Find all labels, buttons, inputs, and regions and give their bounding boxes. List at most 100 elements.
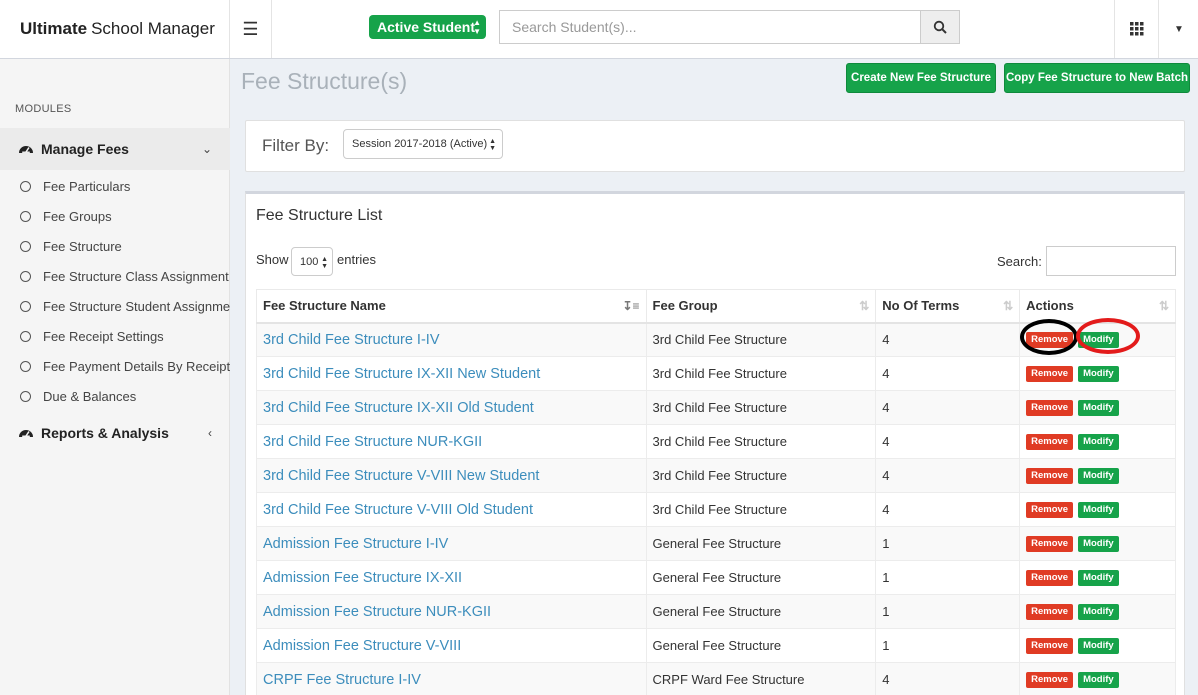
remove-button[interactable]: Remove (1026, 501, 1074, 518)
fee-structure-name-link[interactable]: 3rd Child Fee Structure V-VIII New Stude… (256, 458, 647, 493)
entries-per-page-select[interactable]: 100 ▲ ▼ (291, 247, 333, 276)
modify-button[interactable]: Modify (1078, 569, 1119, 586)
fee-structure-name-link[interactable]: Admission Fee Structure I-IV (256, 526, 647, 561)
table-row: CRPF Fee Structure I-IV CRPF Ward Fee Str… (256, 662, 1176, 695)
sidebar-item-fee-structure[interactable]: Fee Structure (0, 231, 230, 261)
entries-value: 100 (300, 255, 319, 268)
circle-icon (20, 270, 31, 282)
remove-button[interactable]: Remove (1026, 569, 1074, 586)
dashboard-icon (19, 430, 33, 437)
remove-button[interactable]: Remove (1026, 467, 1074, 484)
remove-button[interactable]: Remove (1026, 433, 1074, 450)
sidebar-item-manage-fees[interactable]: Manage Fees ⌄ (0, 128, 230, 170)
column-header-group[interactable]: Fee Group ⇅ (645, 289, 877, 324)
sidebar-item-label: Fee Payment Details By Receipt No (43, 358, 230, 374)
fee-group-cell: General Fee Structure (645, 594, 877, 629)
fee-structure-name-link[interactable]: CRPF Fee Structure I-IV (256, 662, 647, 695)
top-navbar: Ultimate School Manager ☰ Active Student… (0, 0, 1198, 59)
entries-label: entries (337, 252, 377, 267)
sidebar-item-due-balances[interactable]: Due & Balances (0, 381, 230, 411)
terms-cell: 4 (875, 492, 1021, 527)
sort-desc-icon: ↧≡ (622, 299, 640, 313)
remove-button[interactable]: Remove (1026, 603, 1074, 620)
fee-group-cell: 3rd Child Fee Structure (645, 322, 877, 357)
circle-icon (20, 390, 31, 402)
fee-structure-name-link[interactable]: 3rd Child Fee Structure NUR-KGII (256, 424, 647, 459)
fee-group-cell: 3rd Child Fee Structure (645, 356, 877, 391)
brand-logo[interactable]: Ultimate School Manager (0, 0, 230, 58)
remove-button[interactable]: Remove (1026, 399, 1074, 416)
column-header-label: Fee Structure Name (263, 298, 386, 314)
student-search-input[interactable]: Search Student(s)... (499, 10, 921, 44)
fee-structure-table: Fee Structure Name ↧≡ Fee Group ⇅ No Of Te… (256, 289, 1176, 695)
table-row: 3rd Child Fee Structure V-VIII New Stude… (256, 458, 1176, 493)
actions-cell: Remove Modify (1019, 662, 1176, 695)
modify-button[interactable]: Modify (1078, 501, 1119, 518)
terms-cell: 1 (875, 526, 1021, 561)
create-fee-structure-button[interactable]: Create New Fee Structure (846, 63, 996, 93)
fee-structure-name-link[interactable]: Admission Fee Structure NUR-KGII (256, 594, 647, 629)
table-row: Admission Fee Structure IX-XII General Fe… (256, 560, 1176, 595)
column-header-actions[interactable]: Actions ⇅ (1019, 289, 1176, 324)
modify-button[interactable]: Modify (1078, 603, 1119, 620)
sidebar-item-fee-structure-student-assignment[interactable]: Fee Structure Student Assignment (0, 291, 230, 321)
sidebar-item-fee-particulars[interactable]: Fee Particulars (0, 171, 230, 201)
column-header-name[interactable]: Fee Structure Name ↧≡ (256, 289, 647, 324)
actions-cell: Remove Modify (1019, 356, 1176, 391)
terms-cell: 1 (875, 560, 1021, 595)
remove-button[interactable]: Remove (1026, 535, 1074, 552)
column-header-label: Fee Group (652, 298, 718, 314)
terms-cell: 4 (875, 424, 1021, 459)
terms-cell: 1 (875, 594, 1021, 629)
search-button[interactable] (920, 10, 960, 44)
list-title: Fee Structure List (256, 207, 383, 224)
table-search-label: Search: (997, 254, 1042, 269)
select-caret-icon: ▲ ▼ (321, 256, 328, 270)
column-header-terms[interactable]: No Of Terms ⇅ (875, 289, 1021, 324)
remove-button[interactable]: Remove (1026, 671, 1074, 688)
fee-structure-name-link[interactable]: 3rd Child Fee Structure I-IV (256, 322, 647, 357)
actions-cell: Remove Modify (1019, 560, 1176, 595)
fee-group-cell: CRPF Ward Fee Structure (645, 662, 877, 695)
modify-button[interactable]: Modify (1078, 637, 1119, 654)
sidebar-item-fee-payment-details[interactable]: Fee Payment Details By Receipt No (0, 351, 230, 381)
sidebar-item-fee-groups[interactable]: Fee Groups (0, 201, 230, 231)
sidebar-item-fee-receipt-settings[interactable]: Fee Receipt Settings (0, 321, 230, 351)
remove-button[interactable]: Remove (1026, 637, 1074, 654)
remove-button[interactable]: Remove (1026, 332, 1074, 349)
apps-grid-button[interactable] (1114, 0, 1159, 58)
circle-icon (20, 330, 31, 342)
fee-structure-name-link[interactable]: 3rd Child Fee Structure IX-XII New Stude… (256, 356, 647, 391)
fee-structure-name-link[interactable]: Admission Fee Structure IX-XII (256, 560, 647, 595)
table-row: 3rd Child Fee Structure I-IV 3rd Child Fe… (256, 322, 1176, 357)
sidebar-item-label: Due & Balances (43, 388, 137, 404)
remove-button[interactable]: Remove (1026, 365, 1074, 382)
modify-button[interactable]: Modify (1078, 399, 1119, 416)
circle-icon (20, 300, 31, 312)
brand-bold: Ultimate (20, 19, 88, 38)
sidebar-item-reports-analysis[interactable]: Reports & Analysis ‹ (0, 412, 230, 454)
session-select[interactable]: Session 2017-2018 (Active) ▲ ▼ (343, 129, 503, 159)
student-status-select[interactable]: Active Student ▲ ▼ (369, 15, 486, 39)
modify-button[interactable]: Modify (1078, 535, 1119, 552)
fee-structure-name-link[interactable]: 3rd Child Fee Structure IX-XII Old Stude… (256, 390, 647, 425)
hamburger-menu-icon[interactable]: ☰ (230, 0, 272, 58)
copy-fee-structure-button[interactable]: Copy Fee Structure to New Batch (1004, 63, 1190, 93)
modify-button[interactable]: Modify (1078, 433, 1119, 450)
table-row: Admission Fee Structure NUR-KGII General … (256, 594, 1176, 629)
terms-cell: 4 (875, 662, 1021, 695)
fee-structure-name-link[interactable]: Admission Fee Structure V-VIII (256, 628, 647, 663)
modify-button[interactable]: Modify (1078, 671, 1119, 688)
actions-cell: Remove Modify (1019, 322, 1176, 357)
modify-button[interactable]: Modify (1078, 467, 1119, 484)
sidebar-item-label: Fee Groups (43, 208, 112, 224)
student-status-value: Active Student (377, 19, 476, 35)
table-search-input[interactable] (1046, 246, 1176, 276)
search-icon (933, 20, 947, 34)
table-row: 3rd Child Fee Structure NUR-KGII 3rd Chil… (256, 424, 1176, 459)
modify-button[interactable]: Modify (1078, 332, 1119, 349)
fee-structure-name-link[interactable]: 3rd Child Fee Structure V-VIII Old Stude… (256, 492, 647, 527)
user-dropdown-caret-icon[interactable]: ▼ (1160, 0, 1198, 58)
sidebar-item-fee-structure-class-assignment[interactable]: Fee Structure Class Assignment (0, 261, 230, 291)
modify-button[interactable]: Modify (1078, 365, 1119, 382)
